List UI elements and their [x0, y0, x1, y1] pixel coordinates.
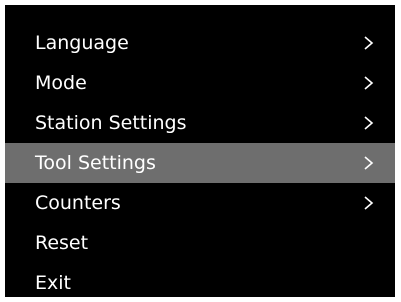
menu-item-label: Reset [35, 232, 89, 254]
menu-item-label: Counters [35, 192, 121, 214]
menu-screen: Language Mode Station Settings Tool Sett… [5, 5, 395, 297]
menu-item-counters[interactable]: Counters [5, 183, 395, 223]
chevron-right-icon [361, 76, 375, 90]
chevron-right-icon [361, 116, 375, 130]
chevron-right-icon [361, 196, 375, 210]
chevron-right-icon [361, 156, 375, 170]
menu-item-label: Exit [35, 272, 71, 294]
menu-item-label: Tool Settings [35, 152, 156, 174]
menu-item-tool-settings[interactable]: Tool Settings [5, 143, 395, 183]
menu-item-reset[interactable]: Reset [5, 223, 395, 263]
menu-item-station-settings[interactable]: Station Settings [5, 103, 395, 143]
menu-item-mode[interactable]: Mode [5, 63, 395, 103]
menu-item-label: Language [35, 32, 129, 54]
settings-menu: Language Mode Station Settings Tool Sett… [5, 23, 395, 297]
menu-item-label: Station Settings [35, 112, 187, 134]
menu-item-language[interactable]: Language [5, 23, 395, 63]
menu-item-label: Mode [35, 72, 87, 94]
menu-item-exit[interactable]: Exit [5, 263, 395, 297]
chevron-right-icon [361, 36, 375, 50]
